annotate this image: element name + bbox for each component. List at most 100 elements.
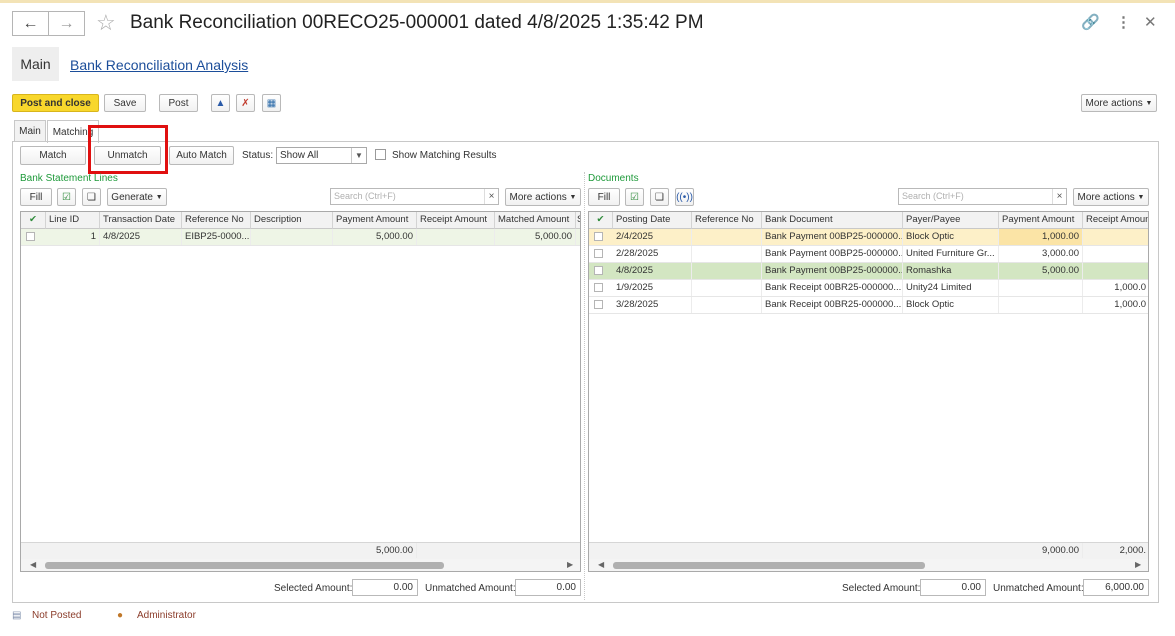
more-actions-button[interactable]: More actions ▼ — [1081, 94, 1157, 112]
panel-splitter[interactable] — [584, 172, 585, 600]
column-header[interactable]: Bank Document — [762, 212, 903, 229]
generate-button[interactable]: Generate ▼ — [107, 188, 167, 206]
table-row[interactable]: 1 4/8/2025 EIBP25-0000... 5,000.00 5,000… — [21, 229, 580, 246]
column-header[interactable]: Receipt Amount — [1083, 212, 1148, 229]
reference-cell — [692, 263, 762, 279]
right-selected-amount-field[interactable]: 0.00 — [920, 579, 986, 596]
clear-icon[interactable]: × — [484, 189, 498, 204]
select-all-check-icon[interactable]: ✔ — [589, 212, 613, 229]
total-receipt-amount: 2,000. — [1083, 543, 1148, 558]
clear-icon[interactable]: × — [1052, 189, 1066, 204]
left-search-input[interactable]: Search (Ctrl+F) × — [330, 188, 499, 205]
right-broadcast-icon[interactable]: ((•)) — [675, 188, 694, 206]
posting-date-cell: 3/28/2025 — [613, 297, 692, 313]
documents-table: ✔ Posting Date Reference No Bank Documen… — [588, 211, 1149, 572]
user-name[interactable]: Administrator — [137, 610, 196, 621]
favorite-star-icon[interactable]: ☆ — [96, 10, 116, 36]
table-row[interactable]: 2/4/2025 Bank Payment 00BP25-000000... B… — [589, 229, 1148, 246]
left-more-actions-button[interactable]: More actions ▼ — [505, 188, 581, 206]
posting-date-cell: 2/28/2025 — [613, 246, 692, 262]
close-icon[interactable]: ✕ — [1144, 13, 1157, 31]
column-header[interactable]: Receipt Amount — [417, 212, 495, 229]
right-check-all-icon[interactable]: ☑ — [625, 188, 644, 206]
payment-amount-cell: 5,000.00 — [999, 263, 1083, 279]
post-button[interactable]: Post — [159, 94, 198, 112]
left-fill-button[interactable]: Fill — [20, 188, 52, 206]
bank-document-cell: Bank Receipt 00BR25-000000... — [762, 297, 903, 313]
bank-reconciliation-analysis-link[interactable]: Bank Reconciliation Analysis — [70, 57, 248, 73]
status-select[interactable]: Show All ▼ — [276, 147, 367, 164]
row-checkbox[interactable] — [594, 266, 603, 275]
inner-tab-main[interactable]: Main — [14, 120, 46, 142]
left-selected-amount-field[interactable]: 0.00 — [352, 579, 418, 596]
reference-cell — [692, 246, 762, 262]
scroll-left-icon[interactable]: ◀ — [598, 559, 604, 571]
save-button[interactable]: Save — [104, 94, 146, 112]
row-checkbox[interactable] — [594, 283, 603, 292]
receipt-amount-cell: 1,000.0 — [1083, 297, 1148, 313]
right-horizontal-scrollbar[interactable]: ◀ ▶ — [589, 559, 1148, 571]
receipt-amount-cell: 1,000.0 — [1083, 280, 1148, 296]
table-row[interactable]: 3/28/2025 Bank Receipt 00BR25-000000... … — [589, 297, 1148, 314]
left-copy-icon[interactable]: ❏ — [82, 188, 101, 206]
match-button[interactable]: Match — [20, 146, 86, 165]
posting-date-cell: 1/9/2025 — [613, 280, 692, 296]
right-unmatched-amount-field[interactable]: 6,000.00 — [1083, 579, 1149, 596]
right-search-placeholder: Search (Ctrl+F) — [902, 191, 964, 201]
column-header[interactable]: Description — [251, 212, 333, 229]
table-row[interactable]: 2/28/2025 Bank Payment 00BP25-000000... … — [589, 246, 1148, 263]
forward-button[interactable]: → — [48, 11, 85, 36]
more-menu-icon[interactable]: ⋮ — [1116, 13, 1131, 31]
column-header[interactable]: Payment Amount — [333, 212, 417, 229]
payment-amount-cell: 5,000.00 — [333, 229, 417, 245]
column-header[interactable]: Payer/Payee — [903, 212, 999, 229]
left-check-all-icon[interactable]: ☑ — [57, 188, 76, 206]
back-button[interactable]: ← — [12, 11, 49, 36]
right-copy-icon[interactable]: ❏ — [650, 188, 669, 206]
chevron-down-icon: ▼ — [1137, 193, 1145, 201]
posting-date-cell: 4/8/2025 — [613, 263, 692, 279]
row-checkbox[interactable] — [594, 300, 603, 309]
chevron-down-icon: ▼ — [155, 193, 163, 201]
bank-statement-lines-title: Bank Statement Lines — [20, 173, 118, 184]
right-fill-button[interactable]: Fill — [588, 188, 620, 206]
receipt-amount-cell — [1083, 229, 1148, 245]
scroll-right-icon[interactable]: ▶ — [567, 559, 573, 571]
column-header[interactable]: Reference No — [692, 212, 762, 229]
top-accent-line — [0, 0, 1175, 3]
scroll-thumb[interactable] — [613, 562, 925, 569]
column-header[interactable]: Line ID — [46, 212, 100, 229]
select-all-check-icon[interactable]: ✔ — [21, 212, 46, 229]
bank-statement-lines-table: ✔ Line ID Transaction Date Reference No … — [20, 211, 581, 572]
left-unmatched-amount-field[interactable]: 0.00 — [515, 579, 581, 596]
left-horizontal-scrollbar[interactable]: ◀ ▶ — [21, 559, 580, 571]
column-header[interactable]: Reference No — [182, 212, 251, 229]
column-header[interactable]: Posting Date — [613, 212, 692, 229]
scroll-right-icon[interactable]: ▶ — [1135, 559, 1141, 571]
dropdown-arrow-icon[interactable]: ▼ — [351, 148, 366, 163]
total-payment-amount: 5,000.00 — [333, 543, 417, 558]
notification-icon[interactable]: ▲ — [211, 94, 230, 112]
column-header[interactable]: Payment Amount — [999, 212, 1083, 229]
right-search-input[interactable]: Search (Ctrl+F) × — [898, 188, 1067, 205]
table-row[interactable]: 4/8/2025 Bank Payment 00BP25-000000... R… — [589, 263, 1148, 280]
structure-icon[interactable]: ▦ — [262, 94, 281, 112]
bank-document-cell: Bank Payment 00BP25-000000... — [762, 246, 903, 262]
show-matching-results-checkbox[interactable] — [375, 149, 386, 160]
bank-document-cell: Bank Payment 00BP25-000000... — [762, 229, 903, 245]
scroll-left-icon[interactable]: ◀ — [30, 559, 36, 571]
post-and-close-button[interactable]: Post and close — [12, 94, 99, 112]
link-icon[interactable]: 🔗 — [1081, 13, 1100, 31]
row-checkbox[interactable] — [26, 232, 35, 241]
table-row[interactable]: 1/9/2025 Bank Receipt 00BR25-000000... U… — [589, 280, 1148, 297]
right-more-actions-button[interactable]: More actions ▼ — [1073, 188, 1149, 206]
column-header[interactable]: Matched Amount — [495, 212, 576, 229]
column-header[interactable]: S — [576, 212, 580, 229]
row-checkbox[interactable] — [594, 249, 603, 258]
column-header[interactable]: Transaction Date — [100, 212, 182, 229]
unpost-icon[interactable]: ✗ — [236, 94, 255, 112]
auto-match-button[interactable]: Auto Match — [169, 146, 234, 165]
row-checkbox[interactable] — [594, 232, 603, 241]
scroll-thumb[interactable] — [45, 562, 444, 569]
tab-main[interactable]: Main — [12, 47, 59, 81]
